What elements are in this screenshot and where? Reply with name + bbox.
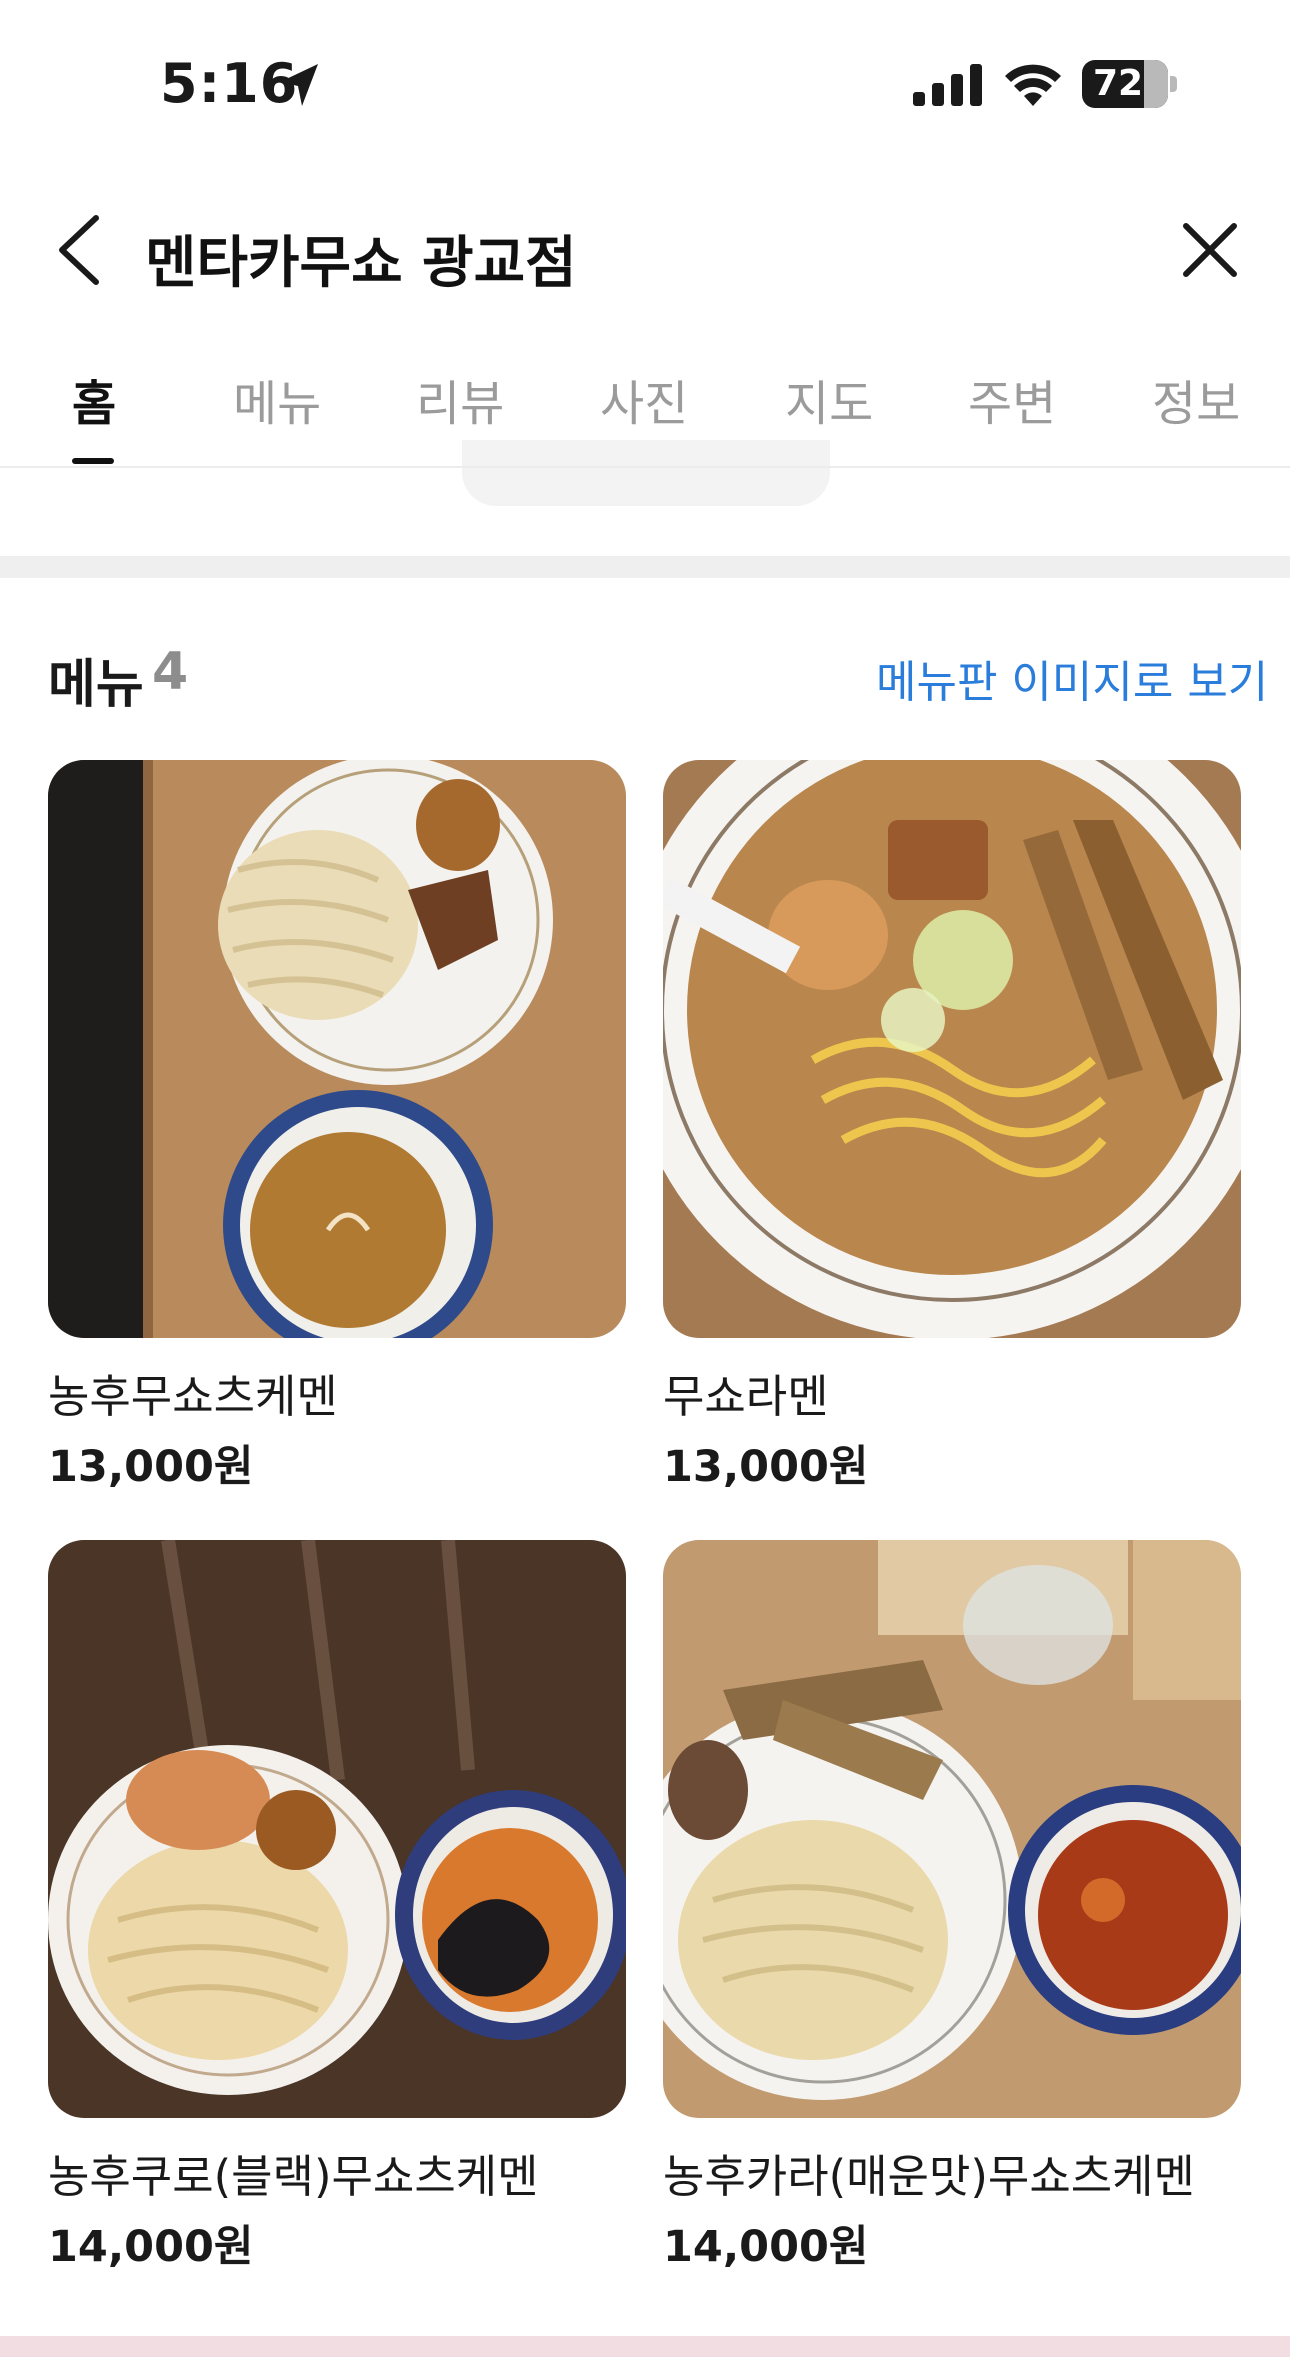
menu-item-photo[interactable] (663, 1540, 1241, 2118)
chevron-left-icon[interactable] (52, 212, 106, 288)
section-divider (0, 556, 1290, 578)
menu-item-name: 농후쿠로(블랙)무쇼츠케멘 (48, 2150, 539, 2203)
tab-home[interactable]: 홈 (72, 364, 116, 434)
menu-item-photo[interactable] (48, 760, 626, 1338)
tab-bar: 홈 메뉴 리뷰 사진 지도 주변 정보 (0, 330, 1290, 468)
tab-nearby[interactable]: 주변 (968, 364, 1056, 434)
close-icon[interactable] (1180, 220, 1240, 280)
battery-percent: 72 (1092, 63, 1144, 104)
menu-item-price: 14,000원 (663, 2222, 869, 2272)
menu-item-price: 13,000원 (663, 1442, 869, 1492)
tab-map[interactable]: 지도 (785, 364, 873, 434)
menu-item-price: 13,000원 (48, 1442, 254, 1492)
tab-photos[interactable]: 사진 (600, 364, 688, 434)
tab-info[interactable]: 정보 (1152, 364, 1240, 434)
tab-reviews[interactable]: 리뷰 (416, 364, 504, 434)
menu-item-name: 무쇼라멘 (663, 1370, 829, 1423)
menu-item-photo[interactable] (663, 760, 1241, 1338)
menu-board-image-link[interactable]: 메뉴판 이미지로 보기 (876, 646, 1268, 710)
menu-item-name: 농후카라(매운맛)무쇼츠케멘 (663, 2150, 1195, 2203)
menu-item-photo[interactable] (48, 1540, 626, 2118)
menu-count: 4 (152, 642, 189, 702)
bottom-section-edge (0, 2336, 1290, 2357)
battery-icon: 72 (1082, 60, 1178, 108)
tab-menu[interactable]: 메뉴 (233, 364, 321, 434)
active-tab-indicator (72, 458, 114, 464)
page-title: 멘타카무쇼 광교점 (145, 231, 577, 296)
menu-section-title: 메뉴 (48, 655, 144, 715)
wifi-icon (1005, 64, 1061, 106)
location-arrow-icon (280, 64, 318, 106)
menu-item-name: 농후무쇼츠케멘 (48, 1370, 338, 1423)
menu-item-price: 14,000원 (48, 2222, 254, 2272)
cellular-signal-icon (913, 64, 982, 106)
